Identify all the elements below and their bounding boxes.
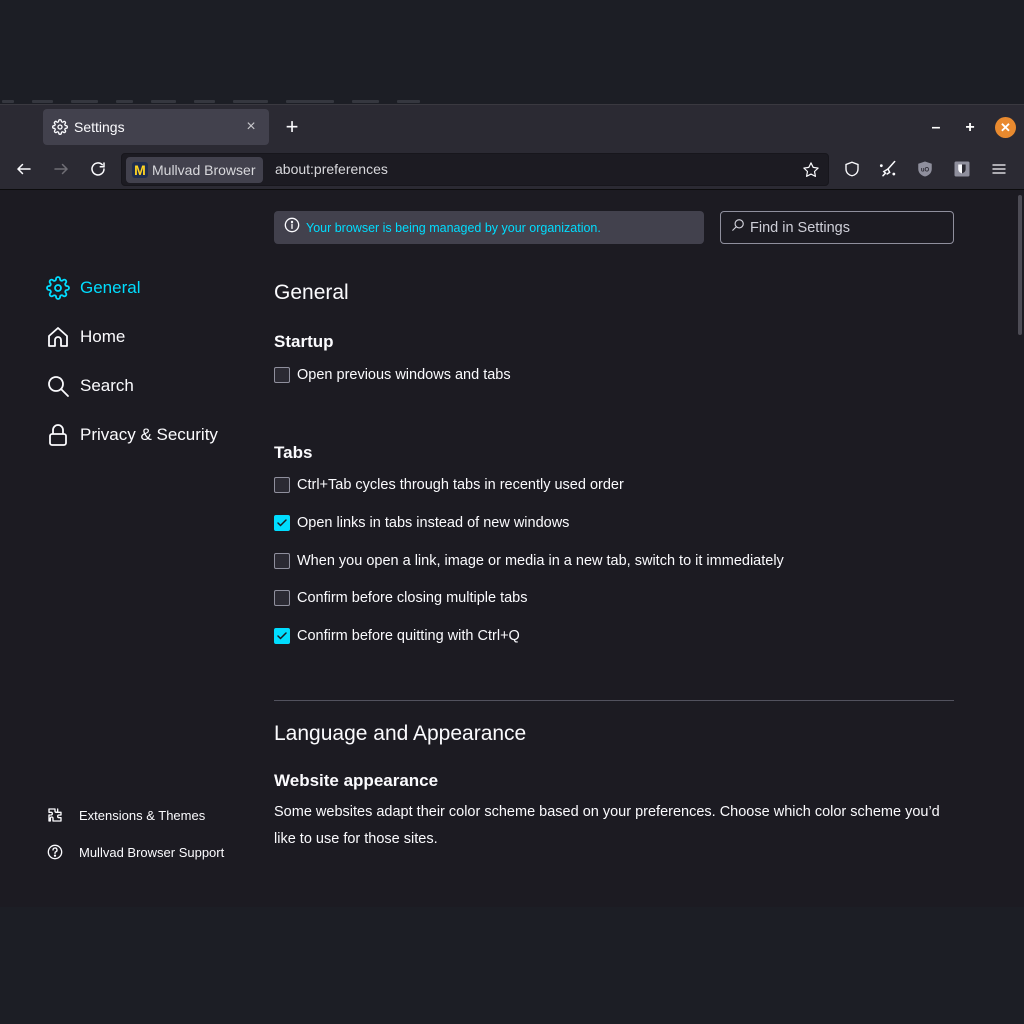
extensions-themes-link[interactable]: Extensions & Themes xyxy=(46,804,205,826)
tab-close-button[interactable]: × xyxy=(243,119,259,135)
browser-window: Settings × + – + ✕ M Mullvad Browser abo… xyxy=(0,104,1024,907)
puzzle-icon xyxy=(46,806,64,824)
sidebar-item-label: Search xyxy=(80,376,134,395)
confirm-quitting-checkbox[interactable]: Confirm before quitting with Ctrl+Q xyxy=(274,626,520,646)
checkbox[interactable] xyxy=(274,515,290,531)
managed-policy-banner[interactable]: Your browser is being managed by your or… xyxy=(274,211,704,244)
faded-menu-bar xyxy=(0,96,420,104)
checkmark-icon xyxy=(277,632,287,640)
scrollbar-thumb[interactable] xyxy=(1018,195,1022,335)
desktop-background-top xyxy=(0,0,1024,104)
website-appearance-heading: Website appearance xyxy=(274,771,439,790)
arrow-right-icon xyxy=(54,163,69,175)
website-appearance-description: Some websites adapt their color scheme b… xyxy=(274,804,940,847)
sidebar-item-label: Home xyxy=(80,327,126,346)
page-title: General xyxy=(274,281,349,304)
search-icon xyxy=(45,374,70,399)
section-divider xyxy=(274,700,954,701)
search-icon xyxy=(731,218,745,237)
tab-settings[interactable]: Settings × xyxy=(43,109,269,145)
noscript-icon[interactable] xyxy=(950,157,974,181)
checkbox[interactable] xyxy=(274,553,290,569)
home-icon xyxy=(45,325,70,350)
hamburger-menu-icon[interactable] xyxy=(987,157,1011,181)
sidebar-item-search[interactable]: Search xyxy=(45,371,134,401)
identity-box[interactable]: M Mullvad Browser xyxy=(126,157,264,183)
managed-policy-message[interactable]: Your browser is being managed by your or… xyxy=(306,221,601,235)
minimize-button[interactable]: – xyxy=(925,117,947,139)
footer-item-label: Mullvad Browser Support xyxy=(79,844,225,860)
reload-button[interactable] xyxy=(85,156,111,182)
sidebar-item-label: Privacy & Security xyxy=(80,425,218,444)
mullvad-logo-icon: M xyxy=(132,162,148,178)
lock-icon xyxy=(45,423,70,448)
navigation-toolbar: M Mullvad Browser about:preferences uO xyxy=(0,149,1024,190)
maximize-button[interactable]: + xyxy=(959,117,981,139)
checkbox[interactable] xyxy=(274,477,290,493)
ctrl-tab-cycles-checkbox[interactable]: Ctrl+Tab cycles through tabs in recently… xyxy=(274,475,624,495)
open-previous-windows-checkbox[interactable]: Open previous windows and tabs xyxy=(274,365,511,385)
checkbox-label: Open links in tabs instead of new window… xyxy=(297,515,570,531)
info-icon xyxy=(284,217,300,238)
reload-icon xyxy=(91,162,105,176)
find-in-settings-input[interactable] xyxy=(750,219,950,236)
sidebar-item-label: General xyxy=(80,278,141,297)
checkbox-label: Ctrl+Tab cycles through tabs in recently… xyxy=(297,477,624,493)
bookmark-star-icon[interactable] xyxy=(800,159,822,181)
support-link[interactable]: Mullvad Browser Support xyxy=(46,841,224,863)
arrow-left-icon xyxy=(16,163,31,175)
sidebar-item-home[interactable]: Home xyxy=(45,322,125,352)
confirm-closing-tabs-checkbox[interactable]: Confirm before closing multiple tabs xyxy=(274,588,528,608)
tab-title: Settings xyxy=(74,119,125,135)
new-tab-button[interactable]: + xyxy=(280,115,304,139)
tab-strip: Settings × + – + ✕ xyxy=(0,104,1024,149)
startup-heading: Startup xyxy=(274,332,334,351)
window-close-button[interactable]: ✕ xyxy=(995,117,1016,138)
back-button[interactable] xyxy=(11,156,37,182)
footer-item-label: Extensions & Themes xyxy=(79,807,206,823)
checkbox-label: Confirm before quitting with Ctrl+Q xyxy=(297,628,520,644)
checkbox[interactable] xyxy=(274,367,290,383)
checkbox[interactable] xyxy=(274,590,290,606)
broom-icon[interactable] xyxy=(876,157,900,181)
switch-to-new-tab-checkbox[interactable]: When you open a link, image or media in … xyxy=(274,551,784,571)
gear-icon xyxy=(45,276,70,301)
language-appearance-title: Language and Appearance xyxy=(274,722,527,745)
desktop-background-bottom xyxy=(0,907,1024,1024)
tabs-heading: Tabs xyxy=(274,443,313,462)
open-links-in-tabs-checkbox[interactable]: Open links in tabs instead of new window… xyxy=(274,513,569,533)
shield-icon[interactable] xyxy=(840,157,864,181)
forward-button[interactable] xyxy=(48,156,74,182)
url-text[interactable]: about:preferences xyxy=(275,161,388,177)
preferences-page: General Home Search Privacy & Security E… xyxy=(0,191,1024,907)
svg-text:uO: uO xyxy=(921,167,930,173)
help-icon xyxy=(46,843,64,861)
checkmark-icon xyxy=(277,519,287,527)
gear-icon xyxy=(51,118,69,136)
url-bar[interactable]: M Mullvad Browser about:preferences xyxy=(121,153,829,186)
checkbox-label: Confirm before closing multiple tabs xyxy=(297,590,528,606)
find-in-settings[interactable] xyxy=(720,211,954,244)
checkbox-label: Open previous windows and tabs xyxy=(297,367,511,383)
identity-label: Mullvad Browser xyxy=(152,162,256,178)
checkbox[interactable] xyxy=(274,628,290,644)
checkbox-label: When you open a link, image or media in … xyxy=(297,553,784,569)
ublock-origin-icon[interactable]: uO xyxy=(913,157,937,181)
sidebar-item-privacy-security[interactable]: Privacy & Security xyxy=(45,420,218,450)
sidebar-item-general[interactable]: General xyxy=(45,273,140,303)
